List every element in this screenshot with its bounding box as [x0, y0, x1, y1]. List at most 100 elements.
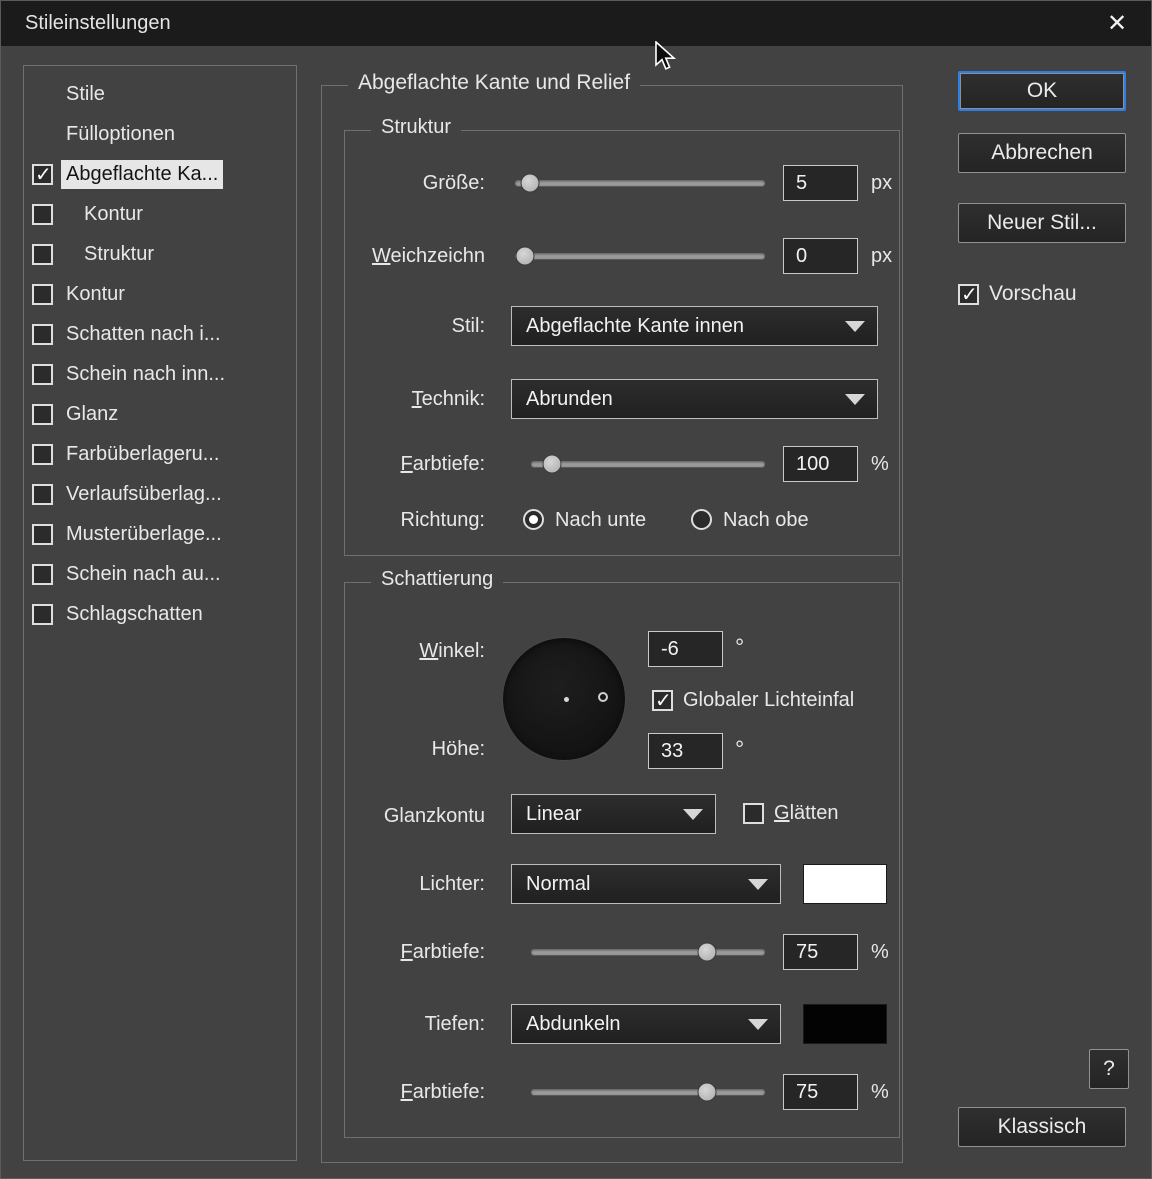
style-dropdown[interactable]: Abgeflachte Kante innen [511, 306, 878, 346]
gloss-contour-label: Glanzkontu [345, 796, 485, 836]
bevel-emboss-panel: Abgeflachte Kante und Relief Struktur Gr… [321, 85, 903, 1163]
style-dropdown-value: Abgeflachte Kante innen [526, 315, 744, 338]
highlight-mode-dropdown[interactable]: Normal [511, 864, 781, 904]
sidebar-item-schlagschatten[interactable]: Schlagschatten [32, 594, 290, 634]
verlaufsueberlagerung-checkbox[interactable] [32, 484, 53, 505]
depth-input[interactable]: 100 [783, 446, 858, 482]
sidebar-item-label: Kontur [61, 280, 130, 309]
highlight-opacity-slider-handle[interactable] [697, 943, 716, 962]
preview-label: Vorschau [989, 282, 1077, 306]
sidebar-item-kontur-bevel[interactable]: Kontur [32, 194, 290, 234]
chevron-down-icon [845, 394, 865, 405]
highlight-opacity-label: Farbtiefe: [345, 934, 485, 970]
sidebar-item-glanz[interactable]: Glanz [32, 394, 290, 434]
soften-slider[interactable] [515, 238, 765, 274]
angle-label: Winkel: [345, 633, 485, 669]
sidebar-item-label: Farbüberlageru... [61, 440, 224, 469]
sidebar-item-musterueberlagerung[interactable]: Musterüberlage... [32, 514, 290, 554]
sidebar-item-label: Fülloptionen [61, 120, 180, 149]
sidebar-item-schein-nach-aussen[interactable]: Schein nach au... [32, 554, 290, 594]
shadow-opacity-input[interactable]: 75 [783, 1074, 858, 1110]
sidebar-item-fuelloptionen[interactable]: Fülloptionen [32, 114, 290, 154]
sidebar-item-label: Struktur [79, 240, 159, 269]
abgeflachte-kante-checkbox[interactable] [32, 164, 53, 185]
kontur-checkbox[interactable] [32, 284, 53, 305]
shadow-color-swatch[interactable] [803, 1004, 887, 1044]
anti-alias-row[interactable]: Glätten [743, 802, 839, 825]
size-slider-handle[interactable] [521, 174, 540, 193]
style-label: Stil: [345, 306, 485, 346]
soften-slider-handle[interactable] [516, 247, 535, 266]
schein-nach-innen-checkbox[interactable] [32, 364, 53, 385]
angle-dial[interactable] [502, 637, 626, 761]
sidebar-item-verlaufsueberlagerung[interactable]: Verlaufsüberlag... [32, 474, 290, 514]
size-slider[interactable] [515, 165, 765, 201]
global-light-row[interactable]: Globaler Lichteinfal [652, 689, 854, 712]
chevron-down-icon [683, 809, 703, 820]
depth-unit: % [871, 446, 889, 482]
shadow-opacity-slider[interactable] [531, 1074, 765, 1110]
highlight-opacity-slider[interactable] [531, 934, 765, 970]
sidebar-item-stile[interactable]: Stile [32, 74, 290, 114]
sidebar-item-abgeflachte-kante[interactable]: Abgeflachte Ka... [32, 154, 290, 194]
altitude-label: Höhe: [345, 731, 485, 767]
shadow-mode-dropdown[interactable]: Abdunkeln [511, 1004, 781, 1044]
gloss-contour-dropdown-value: Linear [526, 803, 582, 826]
shadow-opacity-unit: % [871, 1074, 889, 1110]
sidebar-item-struktur-bevel[interactable]: Struktur [32, 234, 290, 274]
highlight-opacity-input[interactable]: 75 [783, 934, 858, 970]
global-light-checkbox[interactable] [652, 690, 673, 711]
angle-dial-handle[interactable] [598, 692, 608, 702]
technique-dropdown[interactable]: Abrunden [511, 379, 878, 419]
gloss-contour-dropdown[interactable]: Linear [511, 794, 716, 834]
highlight-opacity-slider-track [531, 949, 765, 955]
altitude-unit: ° [735, 731, 744, 767]
new-style-button[interactable]: Neuer Stil... [958, 203, 1126, 243]
angle-input[interactable]: -6 [648, 631, 723, 667]
chevron-down-icon [845, 321, 865, 332]
preview-checkbox[interactable] [958, 284, 979, 305]
shadow-opacity-slider-handle[interactable] [697, 1083, 716, 1102]
sidebar-item-label: Schein nach au... [61, 560, 226, 589]
highlight-color-swatch[interactable] [803, 864, 887, 904]
schattierung-group: Schattierung Winkel: -6 ° Globaler Licht… [344, 582, 900, 1138]
sidebar-item-kontur[interactable]: Kontur [32, 274, 290, 314]
schatten-nach-innen-checkbox[interactable] [32, 324, 53, 345]
direction-down-label: Nach unte [555, 502, 646, 538]
sidebar-item-label: Glanz [61, 400, 123, 429]
sidebar-item-schatten-nach-innen[interactable]: Schatten nach i... [32, 314, 290, 354]
classic-button[interactable]: Klassisch [958, 1107, 1126, 1147]
sidebar-item-schein-nach-innen[interactable]: Schein nach inn... [32, 354, 290, 394]
struktur-bevel-checkbox[interactable] [32, 244, 53, 265]
cancel-button[interactable]: Abbrechen [958, 133, 1126, 173]
direction-down-radio[interactable] [523, 509, 544, 530]
angle-unit: ° [735, 629, 744, 665]
schein-nach-aussen-checkbox[interactable] [32, 564, 53, 585]
depth-label: Farbtiefe: [345, 446, 485, 482]
altitude-input[interactable]: 33 [648, 733, 723, 769]
glanz-checkbox[interactable] [32, 404, 53, 425]
chevron-down-icon [748, 879, 768, 890]
technique-label: Technik: [345, 379, 485, 419]
direction-up-label: Nach obe [723, 502, 809, 538]
highlight-mode-dropdown-value: Normal [526, 873, 590, 896]
titlebar: Stileinstellungen ✕ [1, 1, 1151, 46]
preview-row[interactable]: Vorschau [958, 282, 1077, 306]
close-icon[interactable]: ✕ [1101, 8, 1133, 40]
direction-label: Richtung: [345, 502, 485, 538]
schlagschatten-checkbox[interactable] [32, 604, 53, 625]
farbueberlagerung-checkbox[interactable] [32, 444, 53, 465]
sidebar-item-farbueberlagerung[interactable]: Farbüberlageru... [32, 434, 290, 474]
size-input[interactable]: 5 [783, 165, 858, 201]
anti-alias-label: Glätten [774, 802, 839, 825]
ok-button[interactable]: OK [958, 71, 1126, 111]
soften-input[interactable]: 0 [783, 238, 858, 274]
anti-alias-checkbox[interactable] [743, 803, 764, 824]
direction-up-radio[interactable] [691, 509, 712, 530]
musterueberlagerung-checkbox[interactable] [32, 524, 53, 545]
depth-slider[interactable] [531, 446, 765, 482]
help-button[interactable]: ? [1089, 1049, 1129, 1089]
depth-slider-handle[interactable] [543, 455, 562, 474]
sidebar-item-label: Schatten nach i... [61, 320, 226, 349]
kontur-bevel-checkbox[interactable] [32, 204, 53, 225]
